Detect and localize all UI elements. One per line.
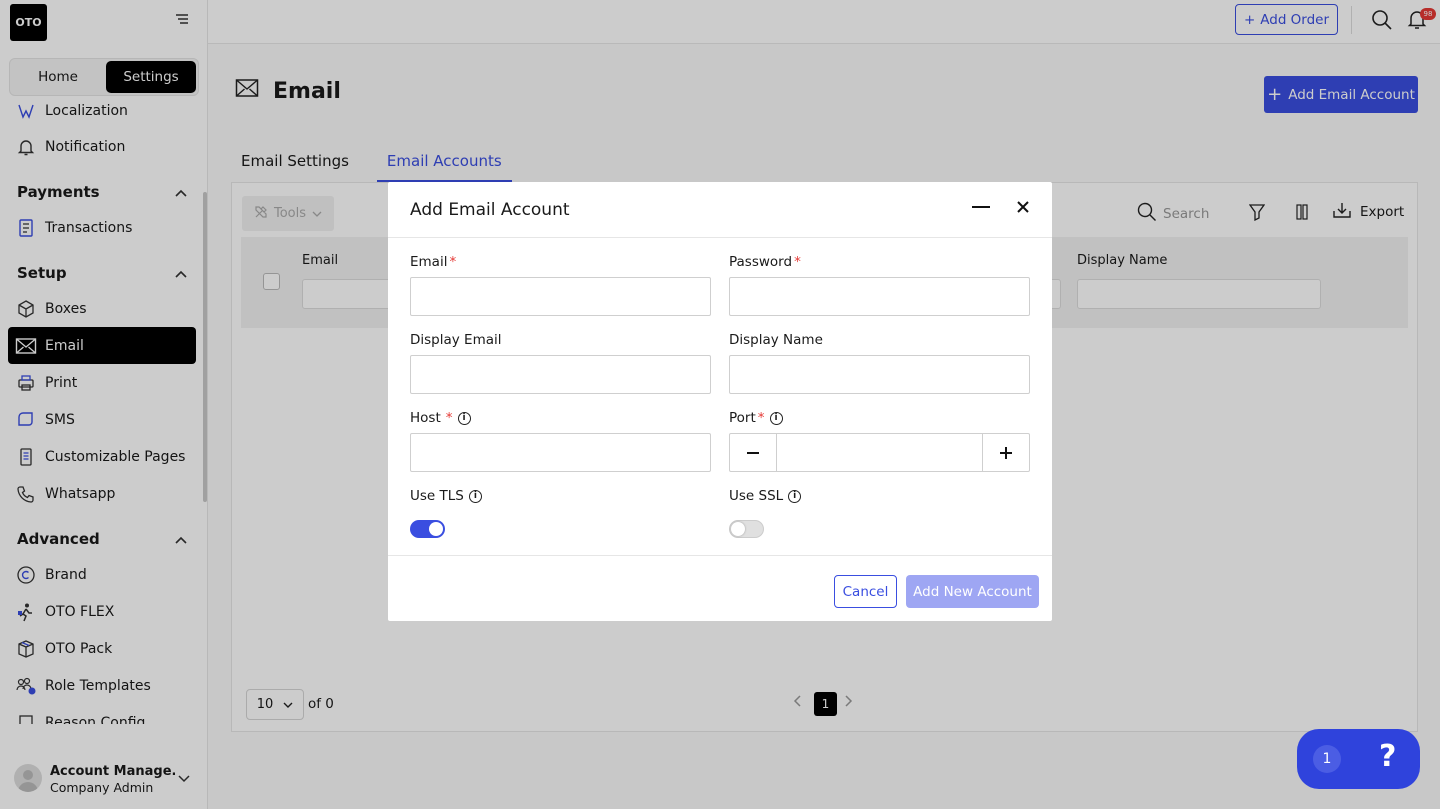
help-widget[interactable]: 1 ? (1297, 729, 1420, 789)
host-label-text: Host (410, 410, 441, 426)
info-icon[interactable]: i (468, 489, 482, 503)
cancel-button[interactable]: Cancel (834, 575, 897, 608)
dialog-title: Add Email Account (410, 200, 570, 220)
email-label-text: Email (410, 254, 448, 270)
port-label-text: Port (729, 410, 756, 426)
help-question-icon: ? (1379, 739, 1397, 774)
required-marker: * (757, 410, 765, 426)
password-label-text: Password (729, 254, 793, 270)
toggle-knob (731, 522, 745, 536)
required-marker: * (445, 410, 453, 426)
display-name-field[interactable] (729, 355, 1030, 394)
use-tls-toggle[interactable] (410, 520, 445, 538)
host-label: Host * i (410, 410, 471, 426)
display-email-field[interactable] (410, 355, 711, 394)
port-label: Port * i (729, 410, 783, 426)
close-icon[interactable] (1016, 198, 1030, 219)
add-new-account-button[interactable]: Add New Account (906, 575, 1039, 608)
password-field[interactable] (729, 277, 1030, 316)
use-tls-label: Use TLS i (410, 488, 482, 504)
dialog-footer: Cancel Add New Account (388, 555, 1052, 621)
display-email-label: Display Email (410, 332, 502, 348)
increment-button[interactable] (982, 434, 1029, 471)
minimize-icon[interactable] (972, 206, 990, 208)
use-ssl-label-text: Use SSL (729, 488, 784, 504)
use-tls-label-text: Use TLS (410, 488, 464, 504)
use-ssl-label: Use SSL i (729, 488, 802, 504)
display-name-label: Display Name (729, 332, 823, 348)
email-label: Email * (410, 254, 456, 270)
required-marker: * (794, 254, 801, 270)
dialog-header: Add Email Account (388, 182, 1052, 238)
toggle-knob (429, 522, 443, 536)
host-field[interactable] (410, 433, 711, 472)
add-email-account-dialog: Add Email Account Email * Password * Displ… (388, 182, 1052, 621)
port-field[interactable] (778, 434, 981, 471)
help-count-badge: 1 (1313, 745, 1341, 773)
port-stepper (729, 433, 1030, 472)
info-icon[interactable]: i (788, 489, 802, 503)
info-icon[interactable]: i (769, 411, 783, 425)
required-marker: * (449, 254, 457, 270)
email-field[interactable] (410, 277, 711, 316)
info-icon[interactable]: i (457, 411, 471, 425)
decrement-button[interactable] (730, 434, 777, 471)
use-ssl-toggle[interactable] (729, 520, 764, 538)
password-label: Password * (729, 254, 801, 270)
